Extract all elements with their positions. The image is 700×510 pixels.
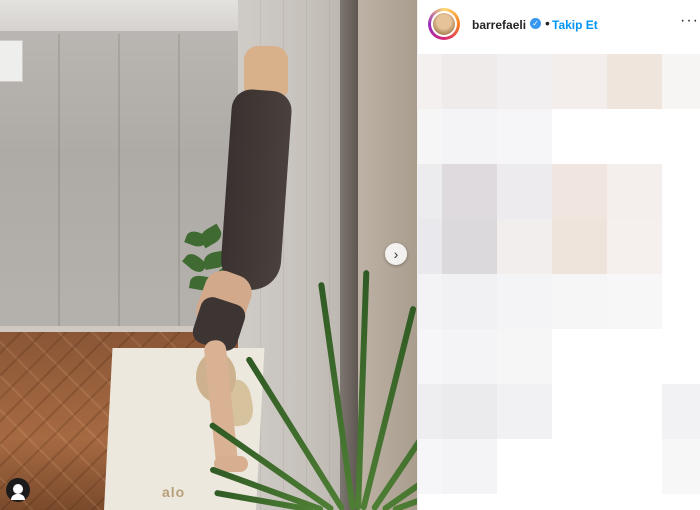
next-image-button[interactable]: › bbox=[385, 243, 407, 265]
ceiling bbox=[0, 0, 260, 34]
air-conditioner bbox=[0, 40, 23, 82]
post-header: barrefaeli ✓ • Takip Et ··· bbox=[418, 0, 700, 52]
username-link[interactable]: barrefaeli bbox=[472, 18, 526, 32]
follow-button[interactable]: Takip Et bbox=[552, 18, 598, 32]
palm-plant bbox=[208, 270, 417, 510]
chevron-right-icon: › bbox=[393, 246, 399, 262]
mat-logo: alo bbox=[162, 484, 186, 500]
separator-dot: • bbox=[545, 15, 550, 31]
post-photo[interactable]: alo › bbox=[0, 0, 417, 510]
post-side-panel: barrefaeli ✓ • Takip Et ··· bbox=[417, 0, 700, 510]
pixelated-comments-area bbox=[418, 52, 700, 510]
avatar[interactable] bbox=[428, 8, 460, 40]
user-tag-icon bbox=[11, 484, 25, 500]
verified-badge-icon: ✓ bbox=[530, 18, 541, 29]
more-options-icon[interactable]: ··· bbox=[680, 12, 699, 30]
user-tag-button[interactable] bbox=[6, 478, 30, 502]
